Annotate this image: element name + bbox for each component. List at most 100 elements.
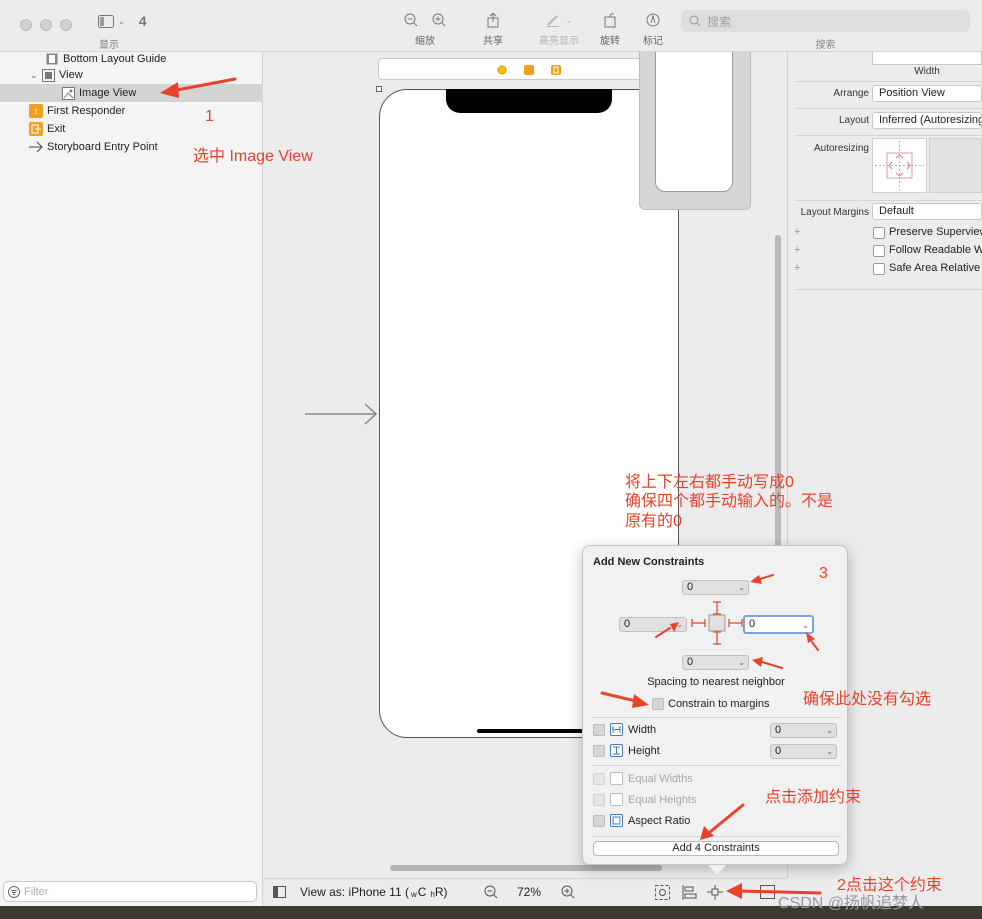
outline-item-first-responder[interactable]: 1 First Responder bbox=[0, 102, 263, 120]
plus-icon[interactable]: + bbox=[794, 226, 800, 238]
exit-icon bbox=[29, 122, 43, 136]
share-icon bbox=[487, 12, 499, 28]
entry-point-arrow-icon[interactable] bbox=[305, 402, 379, 426]
outline-toggle-icon[interactable] bbox=[273, 886, 286, 898]
plus-icon[interactable]: + bbox=[794, 244, 800, 256]
sidebar-toggle-button[interactable]: ⌄ 4 bbox=[98, 13, 147, 29]
update-frames-icon[interactable] bbox=[655, 885, 670, 900]
horizontal-scrollbar[interactable] bbox=[390, 865, 662, 871]
popover-title: Add New Constraints bbox=[593, 556, 705, 568]
aspect-ratio-checkbox[interactable] bbox=[593, 815, 605, 827]
view-as-device-selector[interactable]: View as: iPhone 11 (wC hR) bbox=[300, 885, 448, 899]
markup-button[interactable]: 标记 bbox=[630, 10, 676, 47]
constrain-margins-checkbox[interactable] bbox=[652, 698, 664, 710]
search-field[interactable]: 搜索 bbox=[681, 10, 970, 32]
chevron-down-icon[interactable]: ⌄ bbox=[826, 724, 833, 737]
top-spacing-value: 0 bbox=[687, 581, 694, 593]
width-value-field[interactable]: 0 ⌄ bbox=[770, 723, 837, 738]
add-constraints-button[interactable]: Add 4 Constraints bbox=[593, 841, 839, 856]
chevron-down-icon[interactable]: ⌄ bbox=[738, 581, 745, 594]
search-label: 搜索 bbox=[815, 40, 836, 51]
layout-margins-popup[interactable]: Default bbox=[872, 203, 982, 220]
note-line-2: 确保四个都手动输入的。不是 bbox=[625, 493, 834, 510]
zoom-window-button[interactable] bbox=[60, 19, 72, 31]
size-class-w: w bbox=[410, 890, 417, 899]
outline-item-exit[interactable]: Exit bbox=[0, 120, 263, 138]
align-icon[interactable] bbox=[682, 885, 697, 900]
arrange-popup[interactable]: Position View bbox=[872, 85, 982, 102]
height-value-field[interactable]: 0 ⌄ bbox=[770, 744, 837, 759]
resolve-issues-icon[interactable] bbox=[760, 885, 775, 899]
safe-area-relative-checkbox[interactable] bbox=[873, 263, 885, 275]
share-button[interactable]: 共享 bbox=[470, 10, 516, 47]
outline-item-view[interactable]: ⌄ View bbox=[0, 66, 263, 84]
home-indicator bbox=[477, 729, 583, 733]
close-window-button[interactable] bbox=[20, 19, 32, 31]
width-checkbox[interactable] bbox=[593, 724, 605, 736]
first-responder-icon: 1 bbox=[29, 104, 43, 118]
resize-handle[interactable] bbox=[376, 86, 382, 92]
view-controller-icon[interactable] bbox=[497, 65, 507, 75]
highlight-button[interactable]: ⌄ 高亮显示 bbox=[533, 10, 585, 47]
filter-icon bbox=[8, 885, 20, 898]
divider bbox=[591, 765, 841, 766]
zoom-in-icon[interactable] bbox=[561, 885, 575, 899]
outline-item-label: View bbox=[59, 69, 83, 81]
note-line-1: 将上下左右都手动写成0 bbox=[625, 474, 794, 491]
outline-item-label: Image View bbox=[79, 87, 137, 99]
minimize-window-button[interactable] bbox=[40, 19, 52, 31]
chevron-down-icon[interactable]: ⌄ bbox=[802, 618, 809, 633]
chevron-down-icon[interactable]: ⌄ bbox=[738, 656, 745, 669]
preserve-superview-checkbox[interactable] bbox=[873, 227, 885, 239]
outline-item-label: Bottom Layout Guide bbox=[63, 53, 167, 65]
share-label: 共享 bbox=[483, 36, 503, 47]
sidebar-icon bbox=[98, 14, 114, 28]
zoom-out-icon[interactable] bbox=[484, 885, 498, 899]
right-spacing-field[interactable]: 0 ⌄ bbox=[743, 615, 814, 634]
equal-widths-icon bbox=[610, 772, 623, 785]
outline-item-image-view[interactable]: Image View bbox=[0, 84, 263, 102]
equal-widths-checkbox[interactable] bbox=[593, 773, 605, 785]
chevron-down-icon: ⌄ bbox=[118, 16, 125, 26]
outline-item-label: First Responder bbox=[47, 105, 126, 117]
width-value: 0 bbox=[775, 724, 782, 736]
chevron-down-icon[interactable]: ⌄ bbox=[676, 618, 683, 631]
autoresizing-mask-control[interactable] bbox=[872, 138, 927, 193]
markup-icon bbox=[646, 13, 660, 27]
view-as-label: View as: iPhone 11 ( bbox=[300, 885, 409, 899]
follow-readable-width-checkbox[interactable] bbox=[873, 245, 885, 257]
arrange-label: Arrange bbox=[833, 88, 869, 99]
window-toolbar: ⌄ 4 显示 缩放 共享 ⌄ 高亮显示 旋转 标记 搜索 搜索 bbox=[0, 0, 982, 52]
disclosure-chevron-icon[interactable]: ⌄ bbox=[30, 70, 41, 81]
search-icon bbox=[689, 15, 701, 27]
iphone-notch bbox=[446, 89, 612, 113]
equal-heights-checkbox[interactable] bbox=[593, 794, 605, 806]
chevron-down-icon[interactable]: ⌄ bbox=[826, 745, 833, 758]
width-field[interactable] bbox=[872, 52, 982, 65]
show-label: 显示 bbox=[99, 40, 119, 51]
autoresizing-label: Autoresizing bbox=[813, 143, 869, 154]
exit-icon[interactable] bbox=[551, 65, 561, 75]
zoom-button[interactable]: 缩放 bbox=[402, 10, 448, 47]
height-checkbox[interactable] bbox=[593, 745, 605, 757]
plus-icon[interactable]: + bbox=[794, 262, 800, 274]
aspect-ratio-icon bbox=[610, 814, 623, 827]
outline-item-label: Exit bbox=[47, 123, 66, 135]
add-new-constraints-icon[interactable] bbox=[707, 885, 723, 900]
step1-note: 选中 Image View bbox=[193, 148, 313, 165]
left-spacing-field[interactable]: 0 ⌄ bbox=[619, 617, 687, 632]
layout-margins-label: Layout Margins bbox=[800, 207, 869, 218]
bottom-spacing-field[interactable]: 0 ⌄ bbox=[682, 655, 749, 670]
filter-field[interactable]: Filter bbox=[3, 881, 257, 902]
rotate-button[interactable]: 旋转 bbox=[587, 10, 633, 47]
chevron-down-icon: ⌄ bbox=[565, 15, 573, 25]
canvas-bottom-bar: View as: iPhone 11 (wC hR) 72% bbox=[264, 878, 787, 906]
first-responder-icon[interactable] bbox=[524, 65, 534, 75]
divider bbox=[795, 81, 982, 82]
size-class-r: R) bbox=[434, 885, 448, 899]
layout-popup[interactable]: Inferred (Autoresizing bbox=[872, 112, 982, 129]
scene-dock[interactable] bbox=[378, 58, 663, 80]
aspect-ratio-label: Aspect Ratio bbox=[628, 815, 691, 827]
constraint-struts-diagram[interactable] bbox=[689, 598, 745, 650]
top-spacing-field[interactable]: 0 ⌄ bbox=[682, 580, 749, 595]
